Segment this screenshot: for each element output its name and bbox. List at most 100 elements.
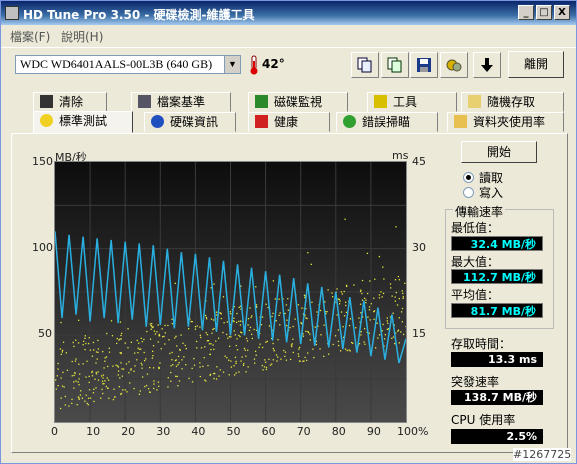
- access-point: [398, 297, 400, 300]
- access-point: [171, 322, 174, 325]
- access-point: [222, 371, 225, 373]
- access-point: [75, 339, 77, 341]
- access-point: [205, 332, 207, 334]
- access-point: [73, 381, 75, 383]
- write-radio[interactable]: 寫入: [463, 184, 543, 201]
- x-tick-label: 70: [296, 425, 311, 438]
- access-point: [277, 339, 279, 341]
- access-point: [298, 355, 300, 357]
- access-point: [304, 356, 306, 359]
- access-point: [81, 397, 84, 399]
- access-point: [175, 365, 178, 368]
- access-point: [291, 345, 293, 348]
- access-point: [96, 358, 98, 360]
- access-point: [116, 342, 118, 345]
- save-button[interactable]: [410, 52, 438, 78]
- access-point: [141, 364, 143, 366]
- access-point: [360, 334, 362, 336]
- access-point: [305, 330, 307, 333]
- access-point: [93, 400, 95, 403]
- access-point: [378, 255, 381, 258]
- access-point: [188, 377, 190, 380]
- access-point: [355, 327, 357, 329]
- access-point: [216, 366, 218, 368]
- menu-file[interactable]: 檔案(F): [10, 28, 50, 45]
- cpu-usage-value: 2.5%: [451, 429, 543, 444]
- access-point: [88, 375, 90, 378]
- access-time-value: 13.3 ms: [451, 352, 543, 367]
- access-point: [395, 226, 397, 228]
- access-point: [146, 330, 148, 333]
- access-point: [261, 346, 264, 349]
- access-point: [138, 393, 141, 395]
- access-point: [59, 407, 62, 410]
- access-point: [276, 360, 278, 362]
- drive-select[interactable]: WDC WD6401AALS-00L3B (640 GB) ▼: [15, 55, 241, 74]
- access-point: [359, 290, 362, 293]
- access-point: [228, 374, 230, 376]
- access-point: [373, 318, 375, 321]
- tab-folder-usage[interactable]: 資料夾使用率: [447, 112, 564, 132]
- access-point: [268, 358, 270, 360]
- access-point: [148, 391, 151, 393]
- maximize-button[interactable]: □: [536, 5, 552, 20]
- access-point: [273, 349, 275, 351]
- tab-erase[interactable]: 清除: [33, 92, 107, 112]
- tab-disk-info[interactable]: 硬碟資訊: [144, 112, 236, 132]
- access-point: [250, 316, 252, 319]
- access-point: [234, 334, 237, 336]
- access-point: [265, 341, 267, 343]
- access-point: [199, 334, 202, 336]
- menu-help[interactable]: 說明(H): [61, 28, 103, 45]
- access-point: [95, 387, 97, 389]
- access-point: [141, 367, 143, 369]
- tab-disk-monitor[interactable]: 磁碟監視: [248, 92, 348, 112]
- access-point: [285, 304, 288, 306]
- chevron-down-icon[interactable]: ▼: [224, 56, 240, 73]
- min-value: 32.4 MB/秒: [451, 236, 543, 251]
- access-point: [224, 355, 226, 357]
- tab-tools[interactable]: 工具: [367, 92, 457, 112]
- access-point: [378, 297, 381, 299]
- access-point: [97, 348, 100, 350]
- access-point: [185, 347, 187, 350]
- access-point: [152, 354, 154, 357]
- access-point: [152, 326, 154, 328]
- access-point: [226, 333, 228, 336]
- access-point: [171, 351, 173, 354]
- tab-random-access[interactable]: 隨機存取: [461, 92, 564, 112]
- tab-benchmark[interactable]: 標準測試: [33, 111, 133, 133]
- access-point: [397, 329, 400, 331]
- copy-screen-button[interactable]: [381, 52, 409, 78]
- access-point: [271, 363, 273, 365]
- access-point: [360, 331, 362, 333]
- access-point: [218, 375, 220, 377]
- access-point: [307, 352, 309, 354]
- access-point: [117, 365, 119, 367]
- x-tick-label: 40: [191, 425, 206, 438]
- access-point: [136, 339, 138, 342]
- access-point: [117, 374, 119, 376]
- access-point: [82, 344, 84, 346]
- options-button[interactable]: [440, 52, 468, 78]
- access-point: [382, 292, 385, 295]
- download-button[interactable]: [473, 52, 501, 78]
- access-point: [235, 360, 237, 363]
- access-point: [97, 351, 99, 354]
- exit-button[interactable]: 離開: [508, 51, 564, 78]
- copy-info-button[interactable]: [351, 52, 379, 78]
- tab-health[interactable]: 健康: [248, 112, 330, 132]
- access-point: [275, 320, 277, 322]
- access-point: [117, 370, 120, 372]
- minimize-button[interactable]: _: [518, 5, 534, 20]
- tab-error-scan[interactable]: 錯誤掃瞄: [336, 112, 438, 132]
- access-point: [263, 366, 266, 368]
- tab-file-benchmark[interactable]: 檔案基準: [131, 92, 231, 112]
- start-button[interactable]: 開始: [461, 141, 537, 163]
- access-point: [182, 342, 184, 344]
- access-point: [164, 332, 166, 334]
- access-point: [56, 375, 59, 377]
- access-point: [387, 322, 389, 324]
- y2-tick-label: 15: [412, 327, 426, 340]
- close-button[interactable]: X: [554, 5, 570, 20]
